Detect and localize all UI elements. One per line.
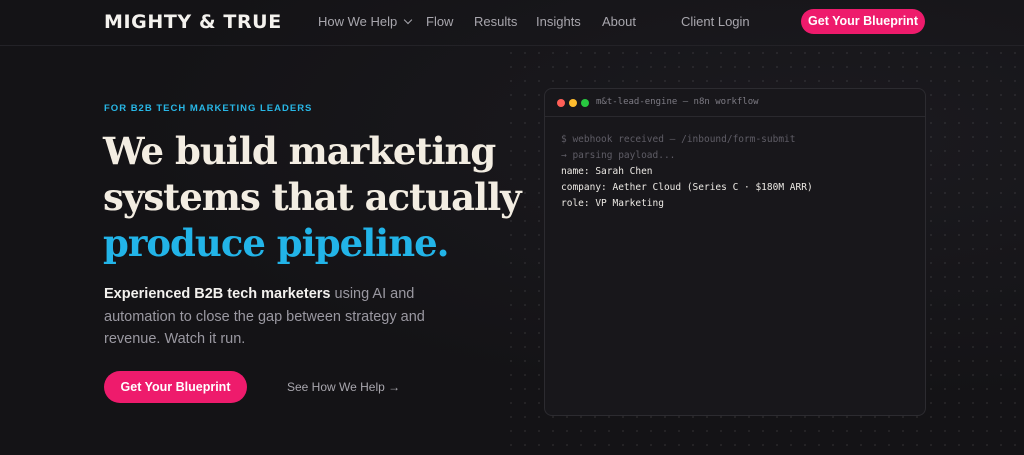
maximize-dot-icon bbox=[581, 99, 589, 107]
terminal-line: role: VP Marketing bbox=[561, 198, 664, 209]
headline-accent: produce pipeline. bbox=[103, 221, 450, 265]
close-dot-icon bbox=[557, 99, 565, 107]
hero-subtext: Experienced B2B tech marketers using AI … bbox=[104, 283, 464, 351]
minimize-dot-icon bbox=[569, 99, 577, 107]
headline-line-1: We build marketing bbox=[103, 129, 496, 173]
see-how-we-help-link[interactable]: See How We Help → bbox=[287, 380, 400, 394]
client-login-link[interactable]: Client Login bbox=[681, 14, 750, 29]
terminal-output: $ webhook received — /inbound/form-submi… bbox=[545, 117, 925, 227]
headline-line-2: systems that actually bbox=[103, 175, 522, 219]
terminal-line: $ webhook received — /inbound/form-submi… bbox=[561, 134, 796, 145]
nav-blueprint-button[interactable]: Get Your Blueprint bbox=[801, 9, 925, 34]
terminal-title: m&t-lead-engine — n8n workflow bbox=[596, 97, 759, 107]
page: MIGHTY & TRUE How We Help Flow Results I… bbox=[0, 0, 1024, 455]
terminal-line: company: Aether Cloud (Series C · $180M … bbox=[561, 182, 813, 193]
nav-item-flow[interactable]: Flow bbox=[426, 14, 453, 29]
nav-item-about[interactable]: About bbox=[602, 14, 636, 29]
terminal-line: → parsing payload... bbox=[561, 150, 676, 161]
terminal-line: name: Sarah Chen bbox=[561, 166, 653, 177]
terminal-titlebar: m&t-lead-engine — n8n workflow bbox=[545, 89, 925, 117]
logo[interactable]: MIGHTY & TRUE bbox=[104, 11, 282, 33]
terminal-window: m&t-lead-engine — n8n workflow $ webhook… bbox=[544, 88, 926, 416]
hero-headline: We build marketing systems that actually… bbox=[103, 128, 523, 266]
top-nav: MIGHTY & TRUE How We Help Flow Results I… bbox=[0, 0, 1024, 46]
hero-blueprint-button[interactable]: Get Your Blueprint bbox=[104, 371, 247, 403]
nav-item-how-we-help[interactable]: How We Help bbox=[318, 14, 413, 29]
hero-eyebrow: FOR B2B TECH MARKETING LEADERS bbox=[104, 103, 313, 114]
nav-item-label: How We Help bbox=[318, 14, 398, 29]
nav-item-insights[interactable]: Insights bbox=[536, 14, 581, 29]
nav-item-results[interactable]: Results bbox=[474, 14, 517, 29]
hero-subtext-strong: Experienced B2B tech marketers bbox=[104, 286, 331, 302]
chevron-down-icon bbox=[403, 15, 413, 25]
